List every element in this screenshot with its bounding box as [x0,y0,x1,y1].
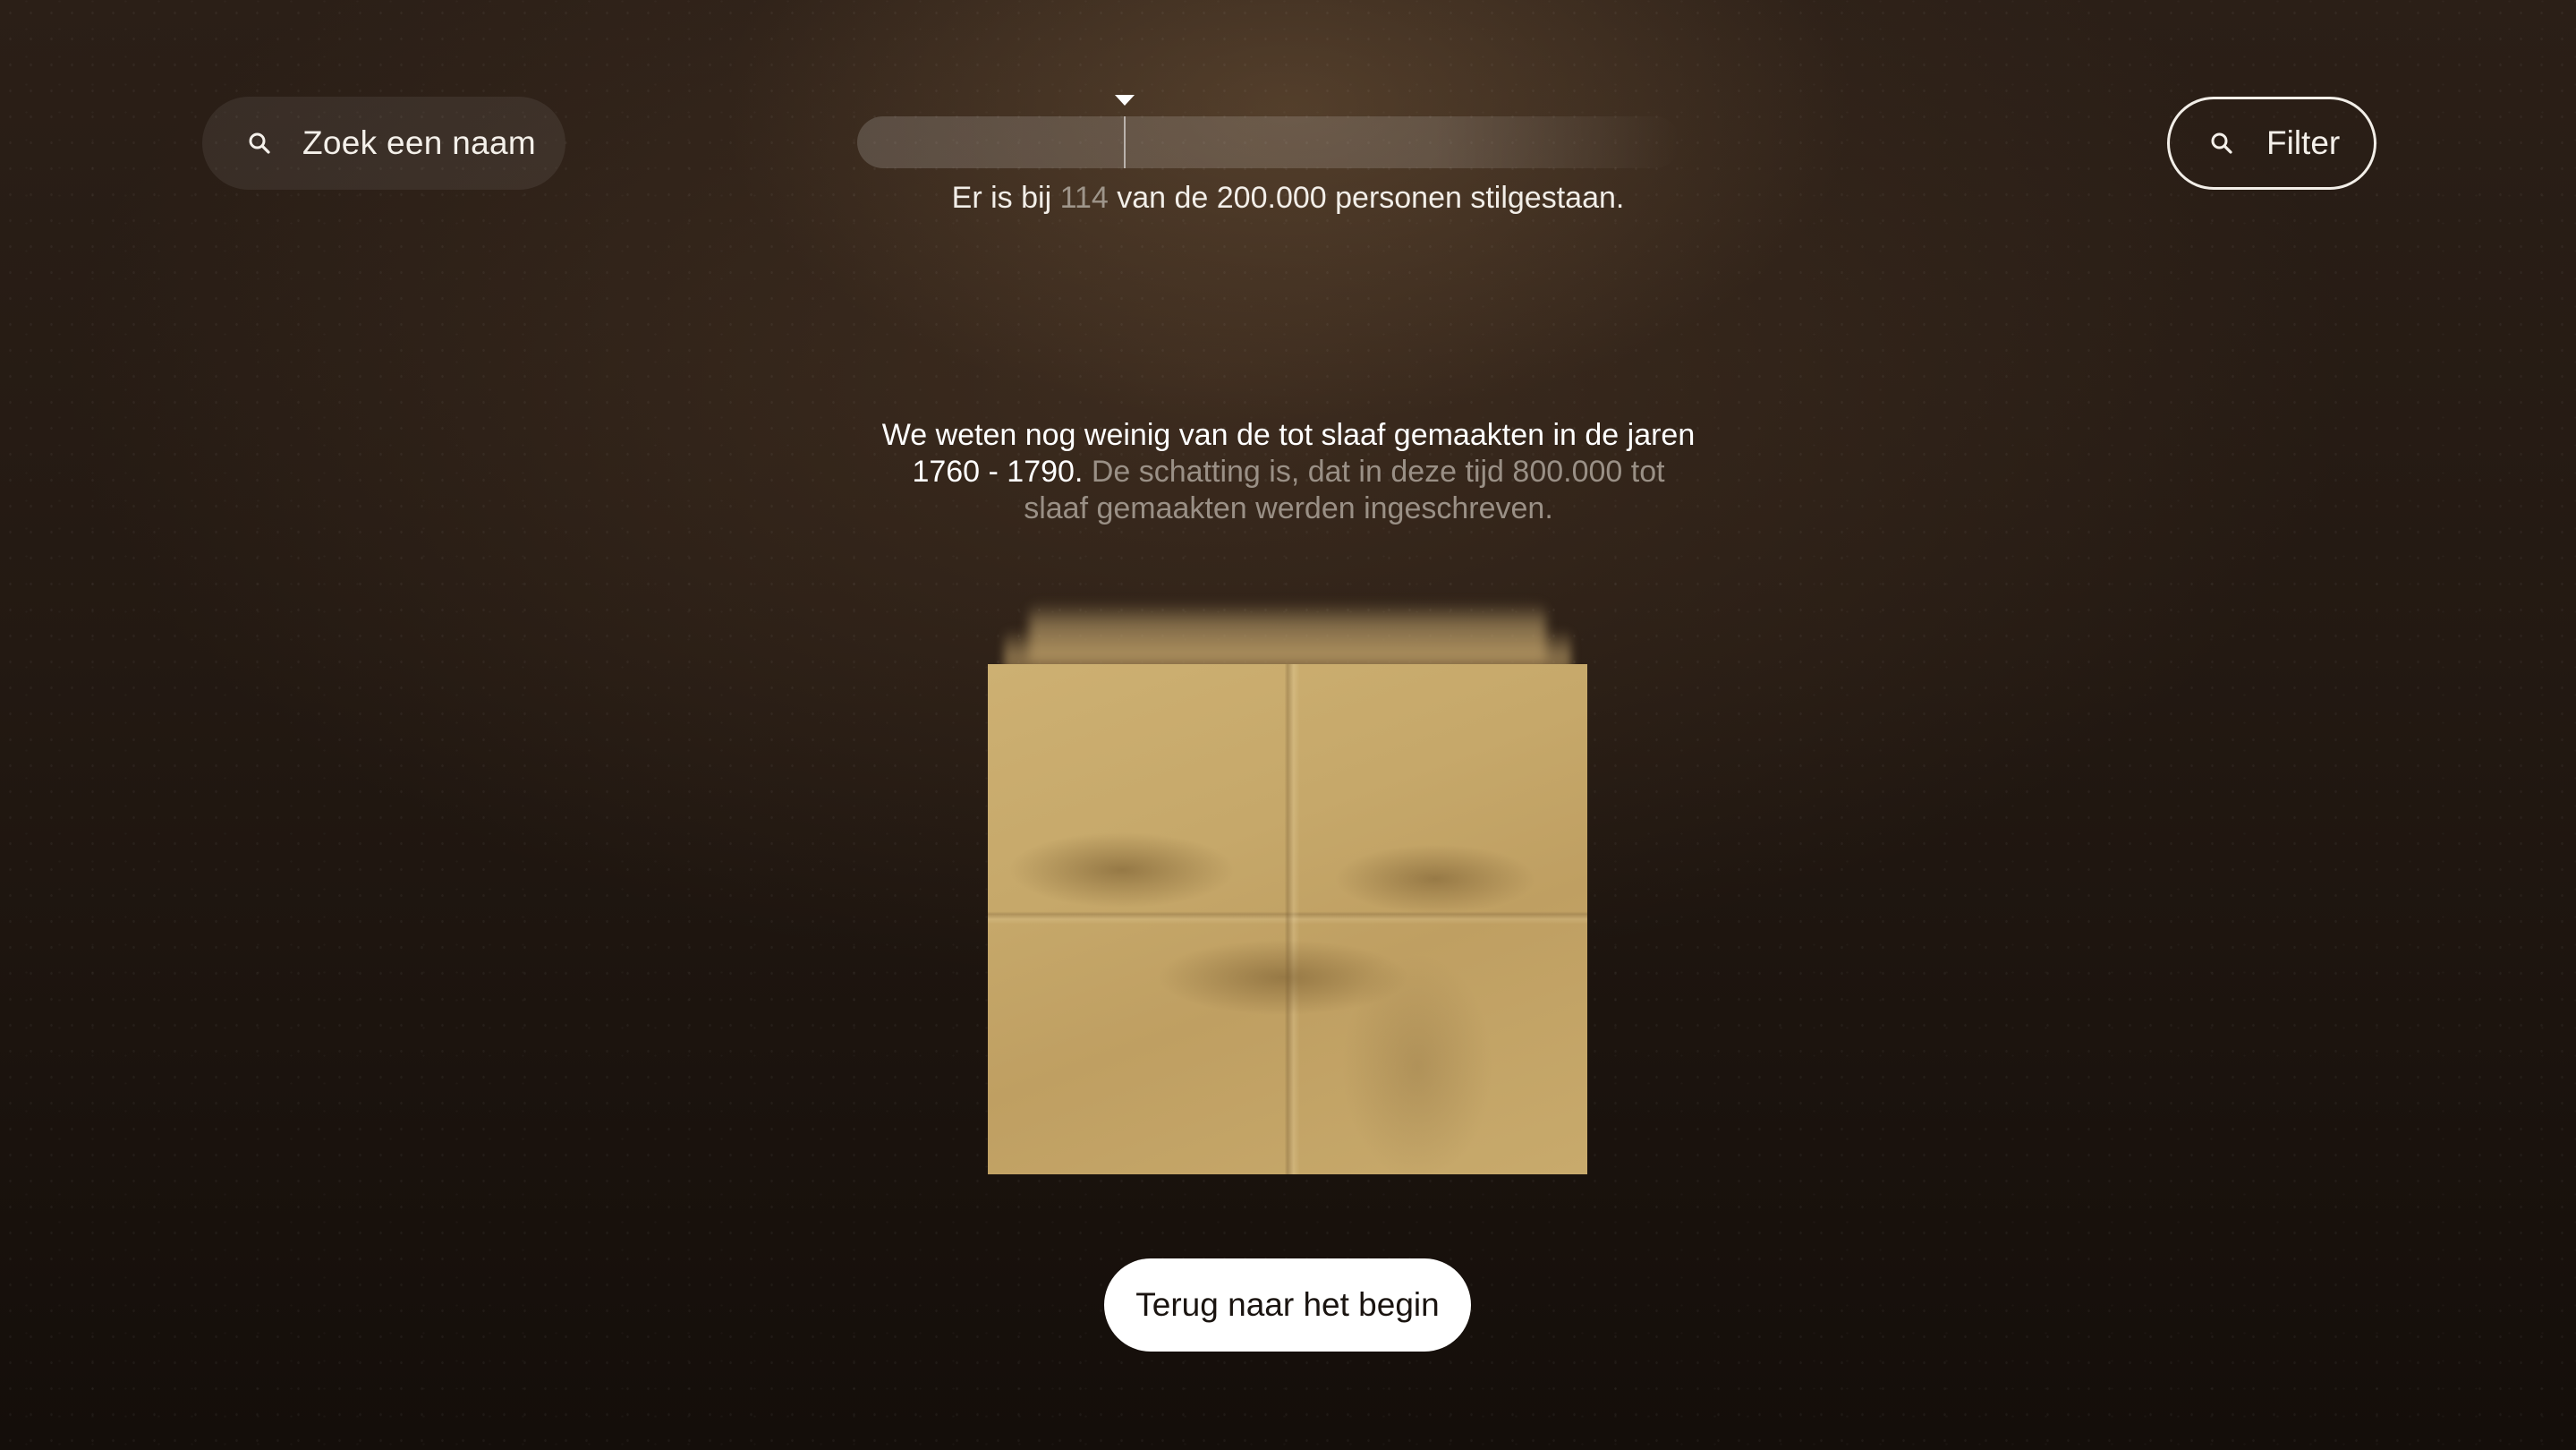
timeline-position-marker [1124,116,1126,168]
filter-label: Filter [2266,124,2341,161]
intro-text: We weten nog weinig van de tot slaaf gem… [877,417,1700,527]
timeline-slider[interactable] [857,116,1680,168]
filter-button[interactable]: Filter [2167,97,2376,190]
counter-prefix: Er is bij [951,181,1060,215]
search-icon [2204,125,2240,161]
search-icon [242,125,277,161]
timeline-pointer-icon[interactable] [1115,95,1135,106]
folded-paper-icon [988,664,1587,1174]
search-placeholder: Zoek een naam [302,124,537,161]
counter-number: 114 [1059,181,1109,215]
intro-secondary: De schatting is, dat in deze tijd 800.00… [1024,455,1665,525]
progress-counter: Er is bij 114 van de 200.000 personen st… [0,181,2576,216]
document-stack [988,601,1587,1174]
search-name-input[interactable]: Zoek een naam [202,97,565,190]
counter-suffix: van de 200.000 personen stilgestaan. [1108,181,1625,215]
back-button-label: Terug naar het begin [1135,1286,1440,1323]
back-to-start-button[interactable]: Terug naar het begin [1104,1258,1471,1352]
